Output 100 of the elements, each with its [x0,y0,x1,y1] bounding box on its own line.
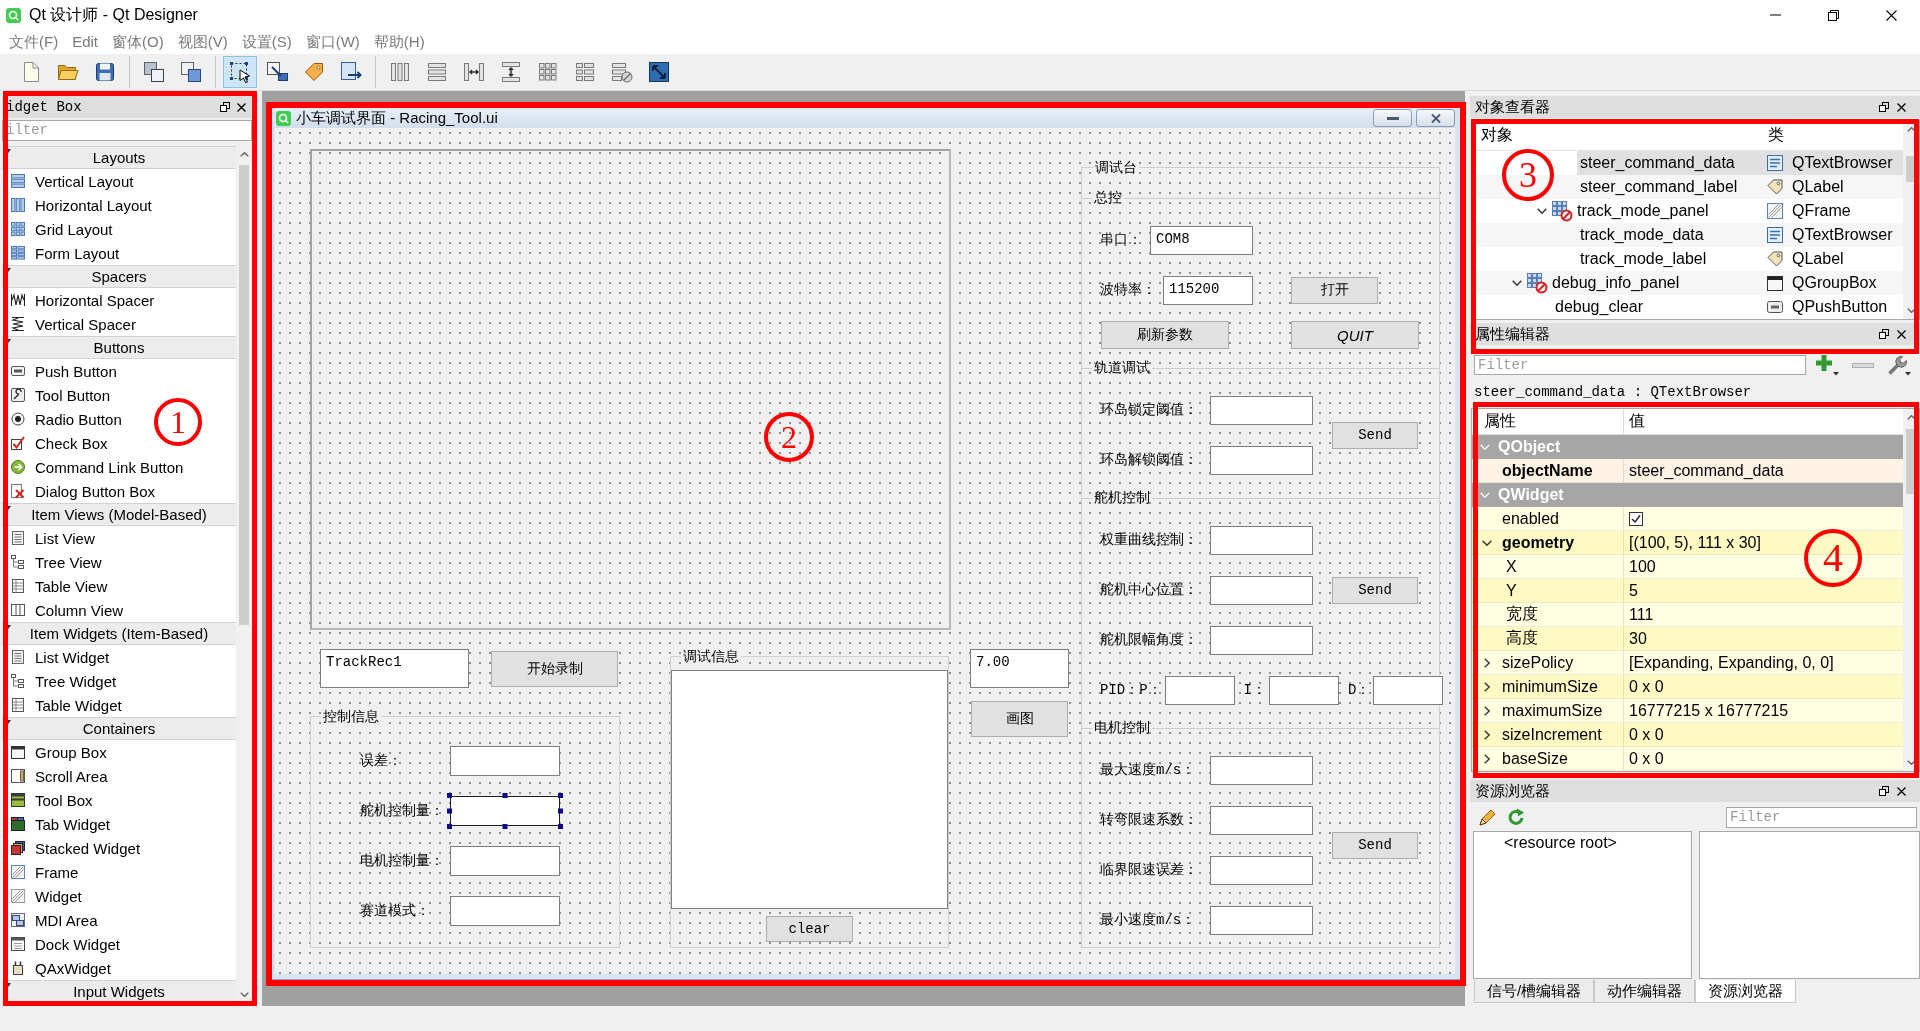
widget-list-item[interactable]: Widget [2,884,86,908]
chevron-right-icon[interactable] [1484,657,1490,668]
scroll-down-icon[interactable] [1906,760,1916,765]
input-field[interactable] [1210,395,1313,425]
float-icon[interactable] [1879,786,1889,796]
widget-list-item[interactable]: Tab Widget [2,812,115,836]
menu-item[interactable]: Edit [65,31,105,53]
widget-list-item[interactable]: Group Box [2,740,111,764]
input-field[interactable] [1210,855,1313,885]
scroll-down-icon[interactable] [239,992,249,997]
scroll-up-icon[interactable] [1906,415,1916,420]
close-button[interactable] [1416,109,1455,127]
close-icon[interactable] [1897,102,1906,112]
object-name[interactable]: track_mode_data [1577,223,1763,247]
widget-list-item[interactable]: List View [2,526,99,550]
send-button[interactable]: Send [1332,831,1418,859]
refresh-icon[interactable] [1507,807,1526,827]
input-field[interactable] [1269,675,1339,705]
chevron-right-icon[interactable] [1484,681,1490,692]
pencil-icon[interactable] [1478,807,1498,827]
menu-item[interactable]: 窗体(O) [105,31,171,53]
close-icon[interactable] [237,102,246,112]
column-header[interactable]: 值 [1623,409,1645,434]
column-header[interactable]: 对象 [1472,125,1763,146]
object-name[interactable]: track_mode_label [1577,247,1763,271]
text-field[interactable]: 7.00 [970,649,1069,688]
column-header[interactable]: 类 [1763,125,1784,146]
input-field[interactable] [1210,575,1313,605]
widget-list-item[interactable]: Horizontal Layout [2,193,156,217]
tab[interactable]: 信号/槽编辑器 [1474,980,1595,1003]
text-field[interactable]: TrackRec1 [320,649,469,688]
object-name[interactable]: steer_command_label [1577,175,1763,199]
column-header[interactable]: 属性 [1472,411,1623,432]
widget-list-item[interactable]: Command Link Button [2,455,188,479]
text-field[interactable]: COM8 [1150,225,1253,255]
menu-item[interactable]: 设置(S) [234,31,299,53]
widget-list-item[interactable]: Tree Widget [2,669,121,693]
checkbox[interactable] [1629,511,1643,526]
minimize-icon[interactable] [1769,14,1781,16]
input-field[interactable] [450,746,560,776]
object-name[interactable]: debug_clear [1552,295,1763,319]
chevron-down-icon[interactable] [1537,208,1547,214]
widget-list-item[interactable]: Dock Widget [2,932,125,956]
menu-item[interactable]: 帮助(H) [366,31,432,53]
category-header[interactable]: Layouts [2,146,236,169]
chevron-down-icon[interactable] [1482,539,1492,546]
input-field[interactable] [1210,805,1313,835]
float-icon[interactable] [220,102,230,112]
chevron-down-icon[interactable] [1512,280,1522,286]
input-field[interactable] [450,796,560,826]
record-button[interactable]: 开始录制 [491,650,618,687]
category-header[interactable]: Containers [2,717,236,740]
input-field[interactable] [1210,625,1313,655]
widget-list-item[interactable]: Tool Box [2,788,97,812]
widget-list-item[interactable]: Stacked Widget [2,836,145,860]
widget-list-item[interactable]: MDI Area [2,908,102,932]
chevron-right-icon[interactable] [1484,705,1490,716]
tab[interactable]: 动作编辑器 [1594,980,1696,1003]
widget-list-item[interactable]: Grid Layout [2,217,117,241]
tab[interactable]: 资源浏览器 [1695,980,1797,1003]
menu-item[interactable]: 窗口(W) [298,31,367,53]
restore-icon[interactable] [1827,9,1839,21]
menu-item[interactable]: 文件(F) [2,31,66,53]
chevron-right-icon[interactable] [1484,753,1490,764]
scrollbar[interactable] [236,146,252,1003]
close-icon[interactable] [1897,786,1906,796]
widget-list-item[interactable]: Tool Button [2,383,115,407]
object-name[interactable]: debug_info_panel [1549,271,1763,295]
input-field[interactable] [1164,675,1235,705]
scrollbar-thumb[interactable] [239,165,249,625]
plot-button[interactable]: 画图 [971,701,1068,737]
object-name[interactable]: track_mode_panel [1574,199,1763,223]
scrollbar-thumb[interactable] [1906,429,1916,494]
widget-list-item[interactable]: Radio Button [2,407,126,431]
widget-list-item[interactable]: Frame [2,860,83,884]
input-field[interactable] [1210,905,1313,935]
widget-list-item[interactable]: Column View [2,598,128,622]
input-field[interactable] [450,896,560,926]
widget-list-item[interactable]: Vertical Spacer [2,312,140,336]
close-icon[interactable] [1885,9,1897,21]
float-icon[interactable] [1879,329,1889,339]
input-field[interactable] [450,846,560,876]
widget-list-item[interactable]: Form Layout [2,241,124,265]
add-icon[interactable] [1815,354,1839,376]
category-header[interactable]: Item Widgets (Item-Based) [2,622,236,645]
clear-button[interactable]: clear [766,916,853,942]
object-name[interactable]: steer_command_data [1577,151,1763,175]
open-button[interactable]: 打开 [1291,276,1378,304]
widget-list-item[interactable]: Table View [2,574,112,598]
input-field[interactable] [1210,525,1313,555]
scroll-up-icon[interactable] [1906,127,1916,132]
input-field[interactable] [1373,675,1444,705]
input-field[interactable] [1210,755,1313,785]
send-button[interactable]: Send [1332,421,1418,449]
category-header[interactable]: Input Widgets [2,980,236,1003]
wrench-icon[interactable] [1887,354,1911,376]
input-field[interactable] [1210,445,1313,475]
scrollbar-thumb[interactable] [1906,156,1916,182]
widget-list-item[interactable]: Horizontal Spacer [2,288,159,312]
widget-list-item[interactable]: Push Button [2,359,121,383]
